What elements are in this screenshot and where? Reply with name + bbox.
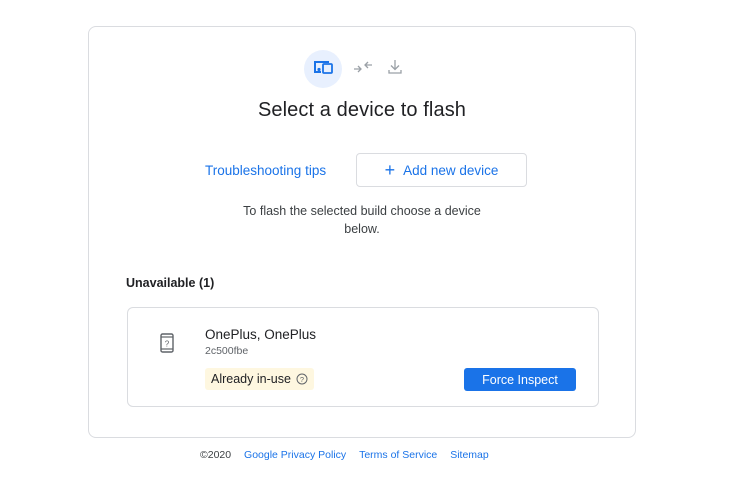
svg-text:?: ? [165, 340, 170, 349]
plus-icon: + [384, 160, 396, 180]
phone-unknown-icon: ? [160, 333, 174, 358]
copyright-text: ©2020 [200, 449, 232, 461]
flash-card: Select a device to flash Troubleshooting… [88, 26, 636, 438]
terms-of-service-link[interactable]: Terms of Service [359, 449, 437, 461]
unavailable-section-label: Unavailable (1) [126, 276, 215, 290]
connect-arrows-icon [353, 60, 373, 79]
force-inspect-button[interactable]: Force Inspect [464, 368, 576, 391]
step-download [384, 58, 406, 80]
device-card: ? OnePlus, OnePlus 2c500fbe Already in-u… [127, 307, 599, 407]
add-device-button[interactable]: + Add new device [356, 153, 527, 187]
footer: ©2020 Google Privacy Policy Terms of Ser… [200, 449, 489, 461]
download-icon [386, 58, 404, 81]
step-select-device [304, 50, 342, 88]
help-circle-icon[interactable]: ? [296, 373, 308, 385]
privacy-policy-link[interactable]: Google Privacy Policy [244, 449, 346, 461]
device-name: OnePlus, OnePlus [205, 327, 317, 342]
stepper [304, 50, 406, 88]
troubleshooting-link[interactable]: Troubleshooting tips [205, 163, 326, 178]
page-title: Select a device to flash [257, 99, 467, 121]
status-badge: Already in-use ? [205, 368, 314, 390]
devices-icon [312, 59, 334, 80]
status-label: Already in-use [211, 372, 291, 386]
instruction-text: To flash the selected build choose a dev… [243, 204, 481, 236]
add-device-label: Add new device [403, 162, 499, 178]
device-serial: 2c500fbe [205, 345, 249, 357]
step-connect [352, 58, 374, 80]
svg-text:?: ? [300, 375, 304, 384]
sitemap-link[interactable]: Sitemap [450, 449, 489, 461]
